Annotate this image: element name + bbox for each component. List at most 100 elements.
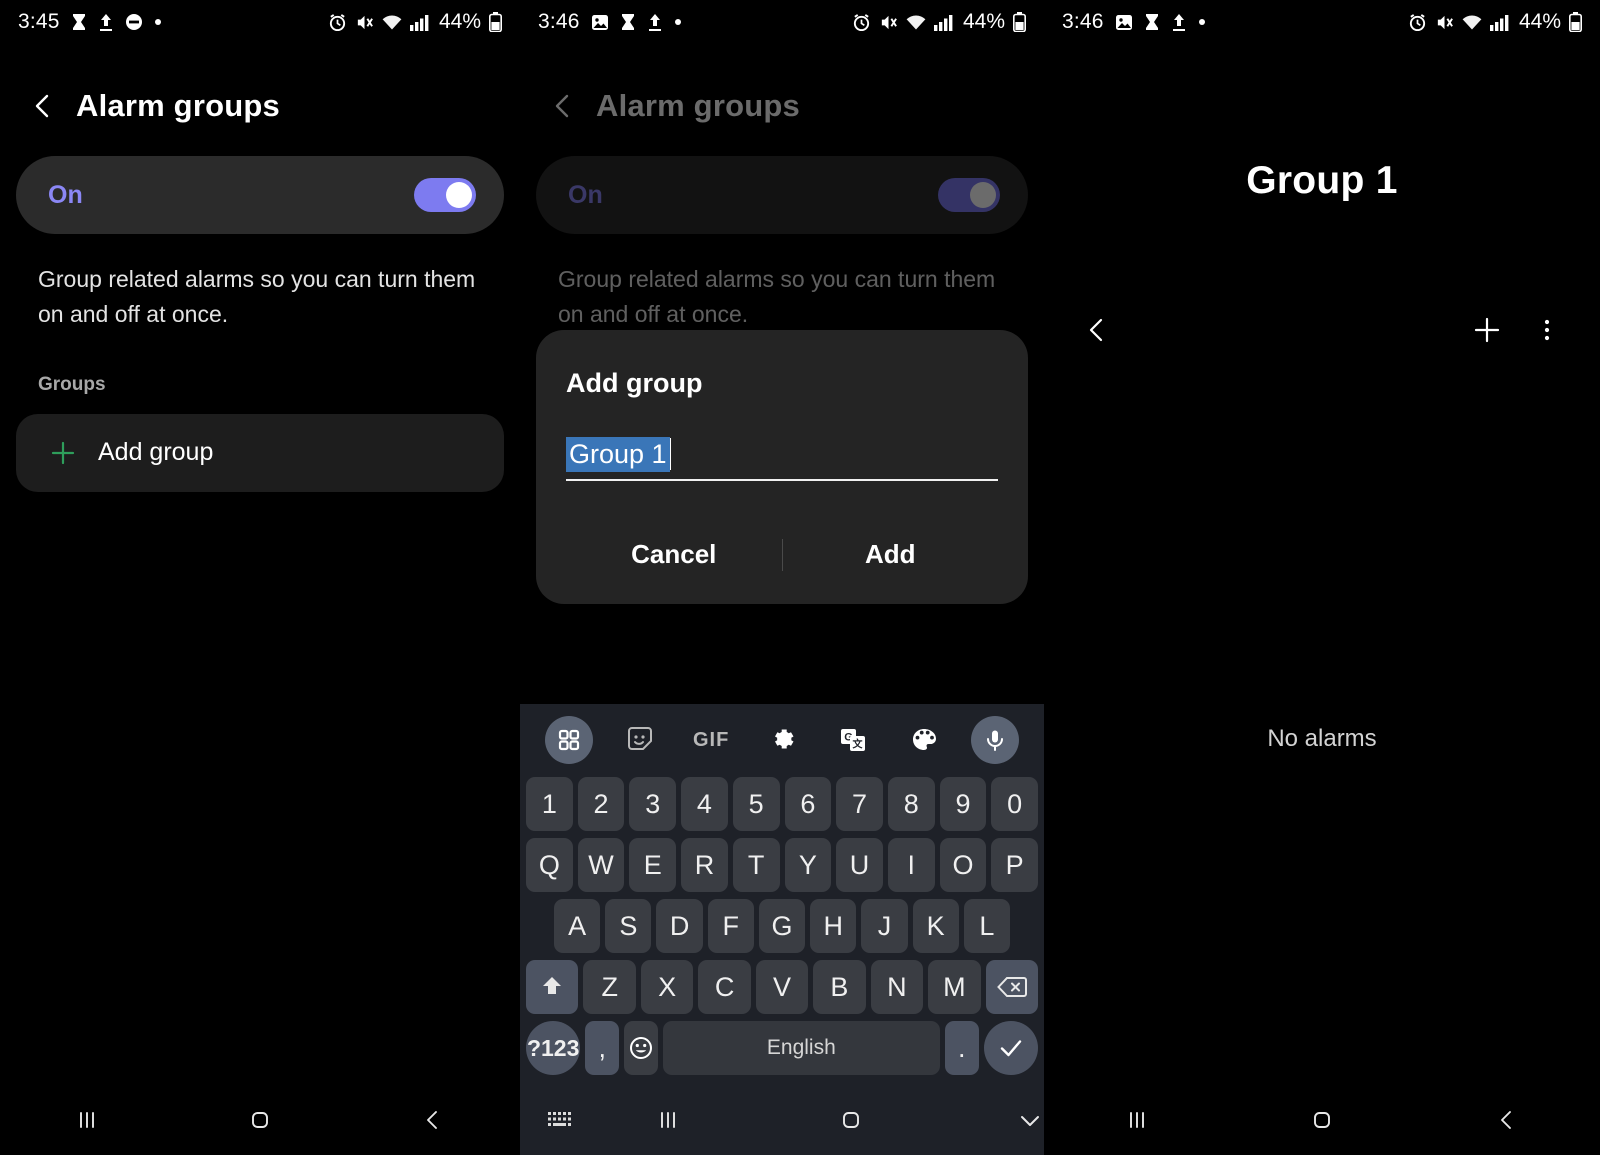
cancel-button[interactable]: Cancel <box>566 529 782 580</box>
group-name-input[interactable]: Group 1 <box>566 437 998 481</box>
key-8[interactable]: 8 <box>887 777 935 831</box>
wifi-icon <box>1462 14 1482 31</box>
alarm-icon <box>1408 13 1427 32</box>
hourglass-icon <box>1144 13 1160 32</box>
key-1[interactable]: 1 <box>525 777 573 831</box>
key-z[interactable]: Z <box>583 960 636 1014</box>
key-k[interactable]: K <box>912 899 959 953</box>
microphone-icon <box>970 716 1019 764</box>
home-icon[interactable] <box>1305 1103 1339 1137</box>
key-e[interactable]: E <box>629 838 677 892</box>
keyboard-row-bottom: ?123 , English . <box>520 1021 1044 1075</box>
dot-icon <box>674 18 682 26</box>
add-button[interactable]: Add <box>783 529 999 580</box>
master-toggle-label: On <box>568 180 603 209</box>
key-n[interactable]: N <box>870 960 924 1014</box>
back-button[interactable] <box>550 93 576 119</box>
key-y[interactable]: Y <box>784 838 832 892</box>
key-p[interactable]: P <box>991 838 1039 892</box>
key-c[interactable]: C <box>698 960 751 1014</box>
back-icon[interactable] <box>416 1103 450 1137</box>
page-title: Alarm groups <box>596 88 800 123</box>
recents-icon[interactable] <box>654 1103 682 1137</box>
image-icon <box>1115 14 1133 31</box>
key-f[interactable]: F <box>707 899 754 953</box>
key-u[interactable]: U <box>836 838 883 892</box>
battery-percent: 44% <box>962 10 1005 33</box>
emoji-key[interactable] <box>624 1021 658 1075</box>
back-button[interactable] <box>30 93 56 119</box>
back-icon[interactable] <box>1490 1103 1524 1137</box>
key-q[interactable]: Q <box>525 838 573 892</box>
key-h[interactable]: H <box>810 899 857 953</box>
key-j[interactable]: J <box>861 899 908 953</box>
key-g[interactable]: G <box>758 899 806 953</box>
on-screen-keyboard: GIF G文 1 2 3 4 5 6 7 8 9 0 Q W E R T Y U… <box>520 704 1044 1085</box>
home-icon[interactable] <box>837 1103 865 1137</box>
keyboard-tool-gif[interactable]: GIF <box>676 729 747 752</box>
space-key[interactable]: English <box>662 1021 940 1075</box>
key-6[interactable]: 6 <box>784 777 832 831</box>
app-bar: Alarm groups <box>520 44 1044 124</box>
key-3[interactable]: 3 <box>629 777 677 831</box>
add-group-button[interactable]: Add group <box>16 413 504 492</box>
translate-icon: G文 <box>839 726 867 754</box>
key-x[interactable]: X <box>640 960 694 1014</box>
key-m[interactable]: M <box>928 960 981 1014</box>
key-v[interactable]: V <box>755 960 809 1014</box>
key-l[interactable]: L <box>963 899 1010 953</box>
svg-text:文: 文 <box>852 738 863 751</box>
home-icon[interactable] <box>243 1103 277 1137</box>
mute-icon <box>355 13 374 32</box>
key-t[interactable]: T <box>732 838 780 892</box>
checkmark-icon <box>997 1034 1025 1062</box>
keyboard-tool-translate[interactable]: G文 <box>817 726 888 754</box>
more-options-button[interactable] <box>1530 313 1564 347</box>
keyboard-tool-grid[interactable] <box>534 716 605 764</box>
key-r[interactable]: R <box>681 838 728 892</box>
key-2[interactable]: 2 <box>577 777 625 831</box>
key-5[interactable]: 5 <box>732 777 780 831</box>
alarm-icon <box>852 13 871 32</box>
group-name-value: Group 1 <box>566 437 670 472</box>
upload-icon <box>647 13 663 32</box>
key-0[interactable]: 0 <box>991 777 1039 831</box>
period-key[interactable]: . <box>944 1021 979 1075</box>
keyboard-row-asdf: A S D F G H J K L <box>520 899 1044 953</box>
key-b[interactable]: B <box>813 960 866 1014</box>
key-s[interactable]: S <box>605 899 652 953</box>
keyboard-icon[interactable] <box>546 1103 576 1137</box>
symbols-key[interactable]: ?123 <box>525 1021 581 1075</box>
keyboard-tool-sticker[interactable] <box>605 725 676 755</box>
back-button[interactable] <box>1080 313 1114 347</box>
alarm-icon <box>328 13 347 32</box>
grid-icon <box>545 716 594 764</box>
status-bar: 3:45 44% <box>0 0 520 44</box>
key-w[interactable]: W <box>577 838 625 892</box>
wifi-icon <box>906 14 926 31</box>
enter-key[interactable] <box>983 1021 1039 1075</box>
key-9[interactable]: 9 <box>939 777 987 831</box>
add-alarm-button[interactable] <box>1470 313 1504 347</box>
keyboard-tool-settings[interactable] <box>747 726 818 754</box>
recents-icon[interactable] <box>1120 1103 1154 1137</box>
master-toggle-switch[interactable] <box>414 178 476 212</box>
shift-key[interactable] <box>526 960 579 1014</box>
key-7[interactable]: 7 <box>836 777 883 831</box>
keyboard-tool-theme[interactable] <box>888 726 959 754</box>
keyboard-tool-voice[interactable] <box>959 716 1030 764</box>
recents-icon[interactable] <box>70 1103 104 1137</box>
status-time: 3:46 <box>1062 10 1104 33</box>
master-toggle-card[interactable]: On <box>16 156 504 234</box>
hourglass-icon <box>620 13 636 32</box>
upload-icon <box>1171 13 1187 32</box>
comma-key[interactable]: , <box>585 1021 620 1075</box>
key-i[interactable]: I <box>887 838 935 892</box>
key-o[interactable]: O <box>939 838 987 892</box>
backspace-key[interactable] <box>985 960 1038 1014</box>
key-a[interactable]: A <box>554 899 601 953</box>
key-d[interactable]: D <box>656 899 703 953</box>
page-title: Alarm groups <box>76 88 280 123</box>
hide-keyboard-icon[interactable] <box>1016 1103 1044 1137</box>
key-4[interactable]: 4 <box>681 777 728 831</box>
